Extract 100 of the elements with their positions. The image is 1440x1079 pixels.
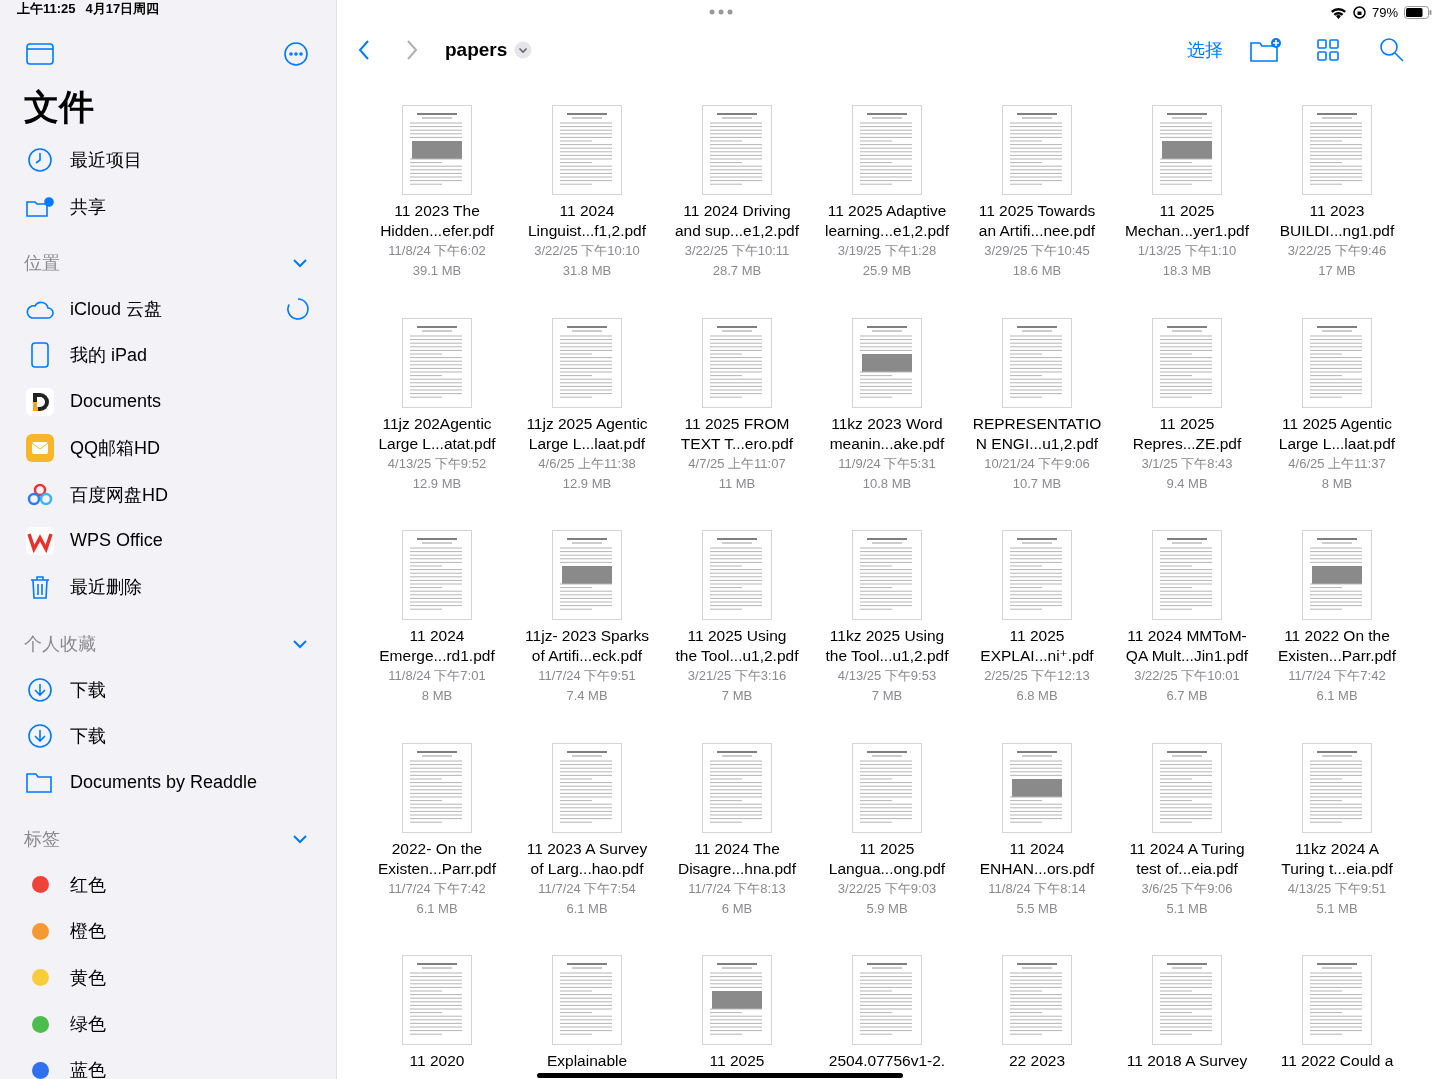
pdf-thumbnail[interactable]	[552, 317, 622, 408]
multitasking-dots-icon[interactable]	[709, 9, 733, 15]
file-size: 6.1 MB	[1316, 687, 1358, 705]
chevron-icon[interactable]	[292, 638, 308, 649]
pdf-thumbnail[interactable]	[1302, 530, 1372, 620]
pdf-thumbnail[interactable]	[1152, 742, 1222, 833]
chevron-icon[interactable]	[292, 257, 308, 268]
pdf-thumbnail[interactable]	[1152, 530, 1222, 620]
pdf-thumbnail[interactable]	[1002, 742, 1072, 833]
pdf-thumbnail[interactable]	[1302, 317, 1372, 408]
file-name: test of...eia.pdf	[1136, 858, 1238, 879]
file-date: 3/22/25 下午10:01	[1134, 667, 1240, 685]
pdf-thumbnail[interactable]	[1002, 955, 1072, 1045]
sidebar-item[interactable]: QQ邮箱HD	[70, 436, 310, 461]
pdf-thumbnail[interactable]	[702, 955, 772, 1045]
pdf-thumbnail[interactable]	[852, 105, 922, 195]
sidebar-item[interactable]: iCloud 云盘	[70, 296, 272, 321]
file-name: 11jz 2025 Agentic	[526, 413, 648, 434]
file-name: 11 2025	[1159, 201, 1215, 221]
file-name: the Tool...u1,2.pdf	[675, 646, 799, 666]
pdf-thumbnail[interactable]	[852, 530, 922, 620]
file-name: 11 2024	[409, 626, 465, 646]
pdf-thumbnail[interactable]	[552, 955, 622, 1045]
file-name: and sup...e1,2.pdf	[674, 221, 800, 241]
pdf-thumbnail[interactable]	[852, 742, 922, 833]
pdf-thumbnail[interactable]	[402, 317, 472, 408]
folder-title[interactable]: papers	[445, 39, 508, 61]
sidebar-item[interactable]: 绿色	[70, 1012, 310, 1037]
file-name: 11 2024	[1009, 838, 1065, 859]
sidebar-item[interactable]: 最近删除	[70, 575, 310, 600]
chevron-down-icon[interactable]	[514, 41, 533, 59]
sidebar-item[interactable]: WPS Office	[70, 530, 310, 552]
file-name: 11 2023 A Survey	[526, 838, 648, 859]
pdf-thumbnail[interactable]	[402, 955, 472, 1045]
file-size: 25.9 MB	[862, 262, 912, 280]
file-date: 11/8/24 下午6:02	[388, 242, 486, 260]
file-size: 7.4 MB	[566, 687, 608, 705]
file-date: 11/8/24 下午7:01	[388, 667, 486, 685]
file-name: 11 2024 MMToM-	[1127, 626, 1247, 646]
sidebar-item[interactable]: Documents by Readdle	[70, 772, 310, 793]
pdf-thumbnail[interactable]	[402, 105, 472, 195]
forward-icon[interactable]	[405, 39, 419, 61]
sidebar-item[interactable]: 黄色	[70, 965, 310, 990]
file-name: 11 2024	[559, 201, 615, 221]
sidebar-item[interactable]: 橙色	[70, 919, 310, 944]
sidebar-item[interactable]: 蓝色	[70, 1058, 310, 1079]
pdf-thumbnail[interactable]	[1302, 105, 1372, 195]
select-button[interactable]: 选择	[1187, 38, 1223, 62]
wps-app-icon	[26, 526, 54, 555]
file-size: 39.1 MB	[412, 262, 462, 280]
file-size: 8 MB	[1321, 474, 1353, 493]
file-name: REPRESENTATIO	[972, 413, 1102, 434]
file-size: 5.1 MB	[1316, 899, 1358, 918]
pdf-thumbnail[interactable]	[702, 105, 772, 195]
pdf-thumbnail[interactable]	[402, 742, 472, 833]
sidebar-item[interactable]: 我的 iPad	[70, 343, 310, 368]
file-name: 11 2018 A Survey	[1126, 1051, 1248, 1071]
sidebar-item[interactable]: 百度网盘HD	[70, 482, 310, 507]
pdf-thumbnail[interactable]	[552, 742, 622, 833]
file-date: 4/6/25 上午11:38	[538, 454, 636, 473]
file-size: 5.9 MB	[866, 899, 908, 918]
file-date: 11/8/24 下午8:14	[988, 879, 1086, 898]
file-name: 11 2025 Towards	[978, 201, 1096, 221]
pdf-thumbnail[interactable]	[1152, 105, 1222, 195]
home-indicator[interactable]	[537, 1073, 903, 1078]
pdf-thumbnail[interactable]	[552, 105, 622, 195]
chevron-icon[interactable]	[292, 833, 308, 844]
pdf-thumbnail[interactable]	[1002, 530, 1072, 620]
pdf-thumbnail[interactable]	[402, 530, 472, 620]
pdf-thumbnail[interactable]	[1302, 955, 1372, 1045]
file-date: 11/7/24 下午7:42	[1288, 667, 1386, 685]
sidebar-item[interactable]: Documents	[70, 391, 310, 413]
sidebar-item[interactable]: 红色	[70, 872, 310, 897]
battery-percentage: 79%	[1371, 5, 1398, 20]
file-name: 11 2025 Adaptive	[827, 201, 947, 221]
pdf-thumbnail[interactable]	[1302, 742, 1372, 833]
pdf-thumbnail[interactable]	[552, 530, 622, 620]
section-header: 位置	[24, 251, 60, 275]
pdf-thumbnail[interactable]	[702, 742, 772, 833]
pdf-thumbnail[interactable]	[1002, 105, 1072, 195]
file-name: Existen...Parr.pdf	[1278, 646, 1396, 666]
sidebar-item[interactable]: 下载	[70, 724, 310, 749]
file-name: of Artifi...eck.pdf	[531, 646, 643, 666]
pdf-thumbnail[interactable]	[1002, 317, 1072, 408]
sidebar-item[interactable]: 下载	[70, 677, 310, 702]
back-icon[interactable]	[357, 39, 371, 61]
sidebar-item[interactable]: 共享	[70, 194, 310, 219]
pdf-thumbnail[interactable]	[852, 317, 922, 408]
pdf-thumbnail[interactable]	[702, 317, 772, 408]
file-name: Large L...laat.pdf	[1278, 433, 1396, 454]
sidebar-item[interactable]: 最近项目	[70, 148, 310, 173]
grid-view-icon	[1314, 36, 1342, 64]
pdf-thumbnail[interactable]	[702, 530, 772, 620]
file-name: Mechan...yer1.pdf	[1124, 221, 1250, 241]
pdf-thumbnail[interactable]	[852, 955, 922, 1045]
section-header: 个人收藏	[24, 632, 96, 656]
file-size: 28.7 MB	[712, 262, 762, 280]
pdf-thumbnail[interactable]	[1152, 317, 1222, 408]
pdf-thumbnail[interactable]	[1152, 955, 1222, 1045]
file-size: 10.7 MB	[1012, 474, 1062, 493]
